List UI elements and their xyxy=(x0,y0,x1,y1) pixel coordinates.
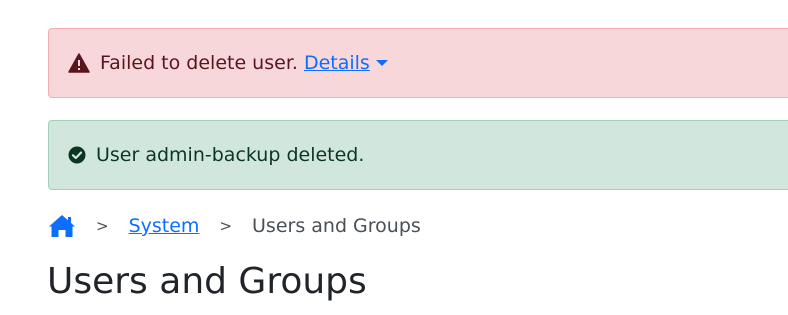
breadcrumb-separator: > xyxy=(219,217,233,235)
error-alert: Failed to delete user. Details xyxy=(48,28,788,98)
details-label: Details xyxy=(303,52,370,74)
home-icon[interactable] xyxy=(48,214,76,238)
breadcrumb-link-system[interactable]: System xyxy=(129,215,200,237)
breadcrumb-current: Users and Groups xyxy=(252,215,421,237)
details-dropdown-toggle[interactable]: Details xyxy=(304,52,388,74)
breadcrumb: > System > Users and Groups xyxy=(48,211,421,241)
warning-triangle-icon xyxy=(68,52,90,74)
check-circle-icon xyxy=(68,144,86,166)
breadcrumb-separator: > xyxy=(96,217,109,235)
caret-down-icon xyxy=(375,60,388,66)
page: Failed to delete user. Details User admi… xyxy=(0,0,788,315)
success-alert: User admin-backup deleted. xyxy=(48,120,788,190)
page-title: Users and Groups xyxy=(47,261,367,302)
error-message: Failed to delete user. xyxy=(100,51,298,74)
success-message: User admin-backup deleted. xyxy=(96,143,365,166)
